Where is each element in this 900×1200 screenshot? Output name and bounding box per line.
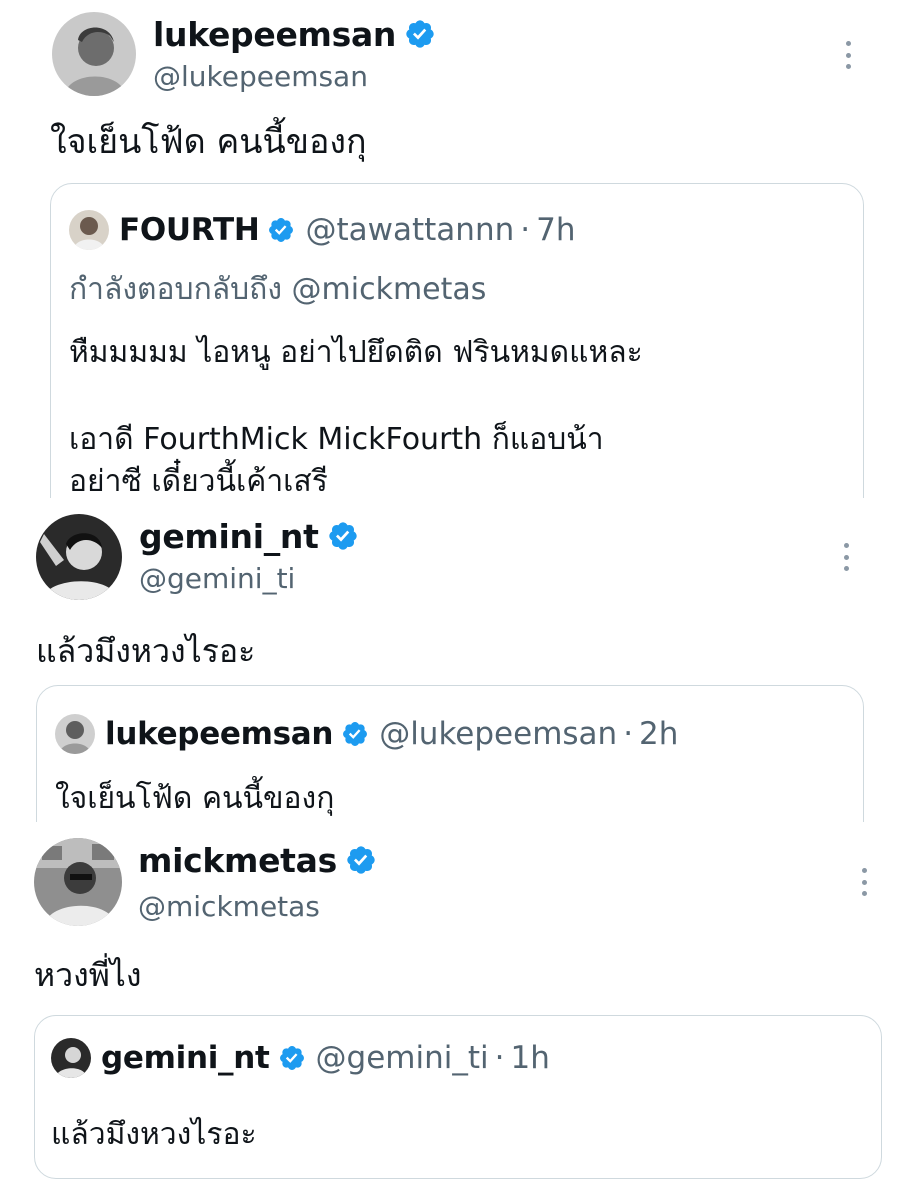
author-name-row: gemini_nt (139, 512, 359, 560)
tweet-text: แล้วมึงหวงไรอะ (36, 632, 256, 670)
author-handle[interactable]: @gemini_ti (139, 562, 295, 595)
tweet-lukepeemsan[interactable]: lukepeemsan @lukepeemsan ใจเย็นโฟ้ด คนนี… (0, 0, 900, 498)
avatar[interactable] (36, 514, 122, 600)
verified-badge-icon (267, 216, 295, 244)
quoted-display-name: gemini_nt (101, 1040, 270, 1076)
display-name[interactable]: lukepeemsan (153, 15, 396, 54)
quoted-avatar (55, 714, 95, 754)
verified-badge-icon (404, 18, 436, 50)
separator-dot: · (520, 212, 531, 248)
author-name-row: lukepeemsan (153, 10, 436, 58)
replying-to: กำลังตอบกลับถึง @mickmetas (69, 272, 487, 307)
verified-badge-icon (327, 520, 359, 552)
tweet-text: ใจเย็นโฟ้ด คนนี้ของกุ (50, 122, 367, 162)
quoted-tweet[interactable]: lukepeemsan @lukepeemsan · 2h ใจเย็นโฟ้ด… (36, 685, 864, 822)
quoted-text-line: หืมมมมม ไอหนู อย่าไปยึดติด ฟรินหมดแหละ (69, 335, 643, 370)
quoted-avatar (69, 210, 109, 250)
quoted-text-line: อย่าซี เดี๋ยวนี้เค้าเสรี (69, 464, 328, 498)
quoted-author-row: FOURTH @tawattannn · 7h (69, 208, 575, 252)
author-handle[interactable]: @lukepeemsan (153, 60, 368, 93)
author-handle[interactable]: @mickmetas (138, 890, 320, 923)
more-options-icon[interactable] (841, 543, 851, 571)
quoted-timestamp: 1h (510, 1040, 550, 1076)
verified-badge-icon (341, 720, 369, 748)
quoted-author-row: gemini_nt @gemini_ti · 1h (51, 1036, 550, 1080)
quoted-text-line: เอาดี FourthMick MickFourth ก็แอบน้า (69, 422, 604, 457)
tweet-mickmetas[interactable]: mickmetas @mickmetas หวงพี่ไง gemini_nt … (0, 822, 900, 1200)
quoted-tweet[interactable]: gemini_nt @gemini_ti · 1h แล้วมึงหวงไรอะ (34, 1015, 882, 1179)
quoted-tweet[interactable]: FOURTH @tawattannn · 7h กำลังตอบกลับถึง … (50, 183, 864, 498)
quoted-display-name: lukepeemsan (105, 716, 334, 752)
tweet-gemini-nt[interactable]: gemini_nt @gemini_ti แล้วมึงหวงไรอะ luke… (0, 498, 900, 822)
more-options-icon[interactable] (843, 41, 853, 69)
avatar[interactable] (52, 12, 136, 96)
separator-dot: · (494, 1040, 505, 1076)
quoted-handle: @tawattannn (305, 212, 515, 248)
quoted-timestamp: 2h (639, 716, 679, 752)
quoted-handle: @gemini_ti (315, 1040, 489, 1076)
quoted-text-line: แล้วมึงหวงไรอะ (51, 1117, 257, 1152)
quoted-display-name: FOURTH (119, 212, 260, 248)
verified-badge-icon (278, 1044, 306, 1072)
verified-badge-icon (345, 844, 377, 876)
more-options-icon[interactable] (859, 868, 869, 896)
quoted-avatar (51, 1038, 91, 1078)
quoted-timestamp: 7h (536, 212, 576, 248)
display-name[interactable]: gemini_nt (139, 517, 319, 556)
avatar[interactable] (34, 838, 122, 926)
tweet-text: หวงพี่ไง (34, 956, 142, 994)
separator-dot: · (623, 716, 634, 752)
display-name[interactable]: mickmetas (138, 841, 337, 880)
author-name-row: mickmetas (138, 836, 377, 884)
quoted-text-line: ใจเย็นโฟ้ด คนนี้ของกุ (55, 781, 335, 816)
quoted-author-row: lukepeemsan @lukepeemsan · 2h (55, 712, 678, 756)
quoted-handle: @lukepeemsan (379, 716, 618, 752)
